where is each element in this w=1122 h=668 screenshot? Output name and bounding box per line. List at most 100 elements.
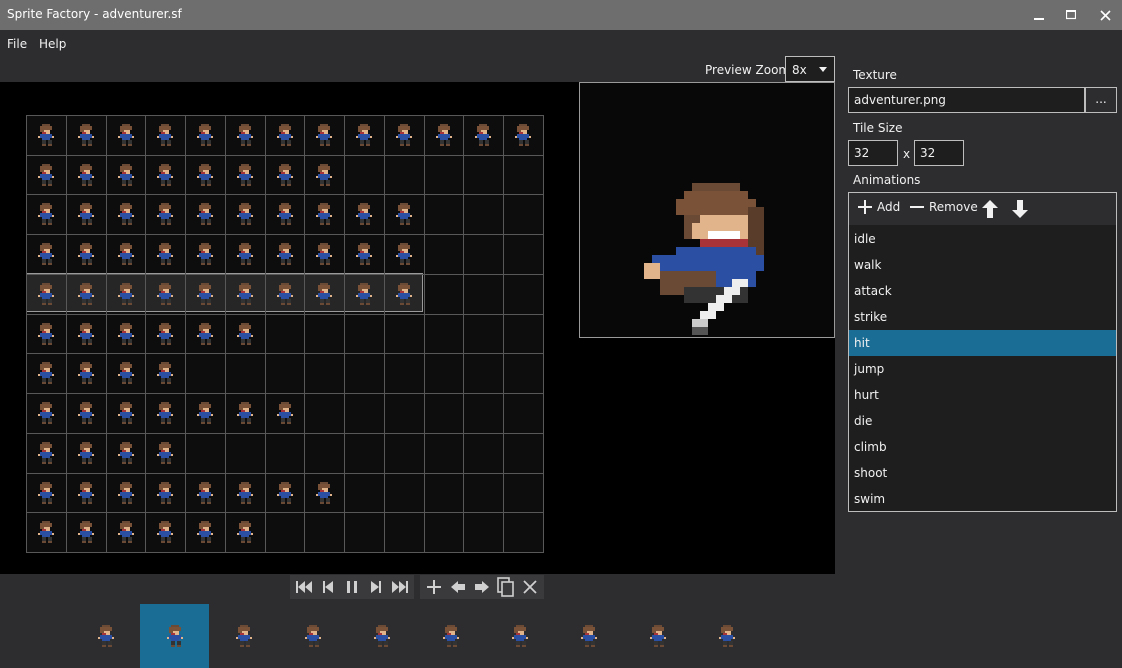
sprite-cell[interactable]	[66, 314, 107, 354]
previous-frame-button[interactable]	[316, 575, 340, 599]
sprite-cell[interactable]	[503, 512, 544, 553]
sprite-cell[interactable]	[384, 433, 425, 474]
sprite-cell[interactable]	[145, 393, 186, 434]
animation-item-shoot[interactable]: shoot	[849, 460, 1116, 486]
sprite-cell[interactable]	[106, 234, 146, 275]
sprite-cell[interactable]	[145, 353, 186, 394]
animation-frame[interactable]	[623, 604, 692, 668]
sprite-cell[interactable]	[265, 194, 305, 235]
sprite-sheet-canvas[interactable]	[0, 82, 835, 574]
menu-file[interactable]: File	[7, 37, 27, 51]
animation-frame[interactable]	[554, 604, 623, 668]
browse-texture-button[interactable]: ...	[1085, 87, 1117, 113]
sprite-cell[interactable]	[503, 433, 544, 474]
sprite-cell[interactable]	[384, 512, 425, 553]
sprite-cell[interactable]	[145, 473, 186, 513]
sprite-cell[interactable]	[265, 393, 305, 434]
sprite-cell[interactable]	[145, 512, 186, 553]
sprite-cell[interactable]	[26, 393, 67, 434]
sprite-cell[interactable]	[344, 115, 385, 156]
sprite-cell[interactable]	[265, 433, 305, 474]
sprite-cell[interactable]	[304, 234, 345, 275]
texture-input[interactable]: adventurer.png	[848, 87, 1085, 113]
sprite-cell[interactable]	[106, 274, 146, 315]
sprite-cell[interactable]	[225, 314, 266, 354]
sprite-cell[interactable]	[265, 473, 305, 513]
animation-frame[interactable]	[692, 604, 761, 668]
sprite-cell[interactable]	[344, 512, 385, 553]
sprite-cell[interactable]	[26, 115, 67, 156]
sprite-cell[interactable]	[424, 155, 464, 195]
sprite-cell[interactable]	[503, 274, 544, 315]
sprite-cell[interactable]	[344, 274, 385, 315]
sprite-cell[interactable]	[66, 353, 107, 394]
animations-list[interactable]: Add Remove idle walk attack strike hit jump hu…	[848, 192, 1117, 512]
sprite-cell[interactable]	[344, 433, 385, 474]
sprite-cell[interactable]	[145, 115, 186, 156]
sprite-cell[interactable]	[106, 353, 146, 394]
sprite-cell[interactable]	[185, 234, 226, 275]
sprite-cell[interactable]	[424, 353, 464, 394]
sprite-cell[interactable]	[185, 115, 226, 156]
sprite-cell[interactable]	[424, 115, 464, 156]
sprite-cell[interactable]	[503, 115, 544, 156]
delete-frame-button[interactable]	[518, 575, 542, 599]
sprite-cell[interactable]	[304, 353, 345, 394]
sprite-cell[interactable]	[145, 155, 186, 195]
sprite-cell[interactable]	[384, 473, 425, 513]
sprite-cell[interactable]	[304, 155, 345, 195]
sprite-cell[interactable]	[66, 155, 107, 195]
sprite-cell[interactable]	[463, 194, 504, 235]
sprite-cell[interactable]	[26, 473, 67, 513]
sprite-cell[interactable]	[185, 194, 226, 235]
sprite-cell[interactable]	[424, 512, 464, 553]
sprite-cell[interactable]	[503, 473, 544, 513]
sprite-cell[interactable]	[66, 393, 107, 434]
remove-animation-button[interactable]: Remove	[910, 200, 978, 214]
sprite-cell[interactable]	[26, 433, 67, 474]
sprite-cell[interactable]	[344, 353, 385, 394]
sprite-cell[interactable]	[225, 393, 266, 434]
sprite-cell[interactable]	[265, 274, 305, 315]
sprite-cell[interactable]	[304, 194, 345, 235]
sprite-cell[interactable]	[265, 353, 305, 394]
close-button[interactable]	[1088, 0, 1122, 30]
sprite-cell[interactable]	[463, 314, 504, 354]
sprite-cell[interactable]	[106, 314, 146, 354]
sprite-cell[interactable]	[66, 512, 107, 553]
sprite-cell[interactable]	[106, 393, 146, 434]
sprite-cell[interactable]	[225, 155, 266, 195]
sprite-cell[interactable]	[66, 234, 107, 275]
sprite-cell[interactable]	[26, 274, 67, 315]
duplicate-frame-button[interactable]	[494, 575, 518, 599]
sprite-cell[interactable]	[185, 314, 226, 354]
sprite-cell[interactable]	[225, 353, 266, 394]
sprite-cell[interactable]	[503, 353, 544, 394]
sprite-cell[interactable]	[185, 353, 226, 394]
move-frame-right-button[interactable]	[470, 575, 494, 599]
sprite-cell[interactable]	[225, 473, 266, 513]
sprite-cell[interactable]	[344, 194, 385, 235]
animation-frame[interactable]	[278, 604, 347, 668]
move-frame-left-button[interactable]	[446, 575, 470, 599]
animation-item-swim[interactable]: swim	[849, 486, 1116, 512]
sprite-cell[interactable]	[26, 314, 67, 354]
sprite-cell[interactable]	[106, 194, 146, 235]
sprite-cell[interactable]	[225, 234, 266, 275]
sprite-cell[interactable]	[463, 473, 504, 513]
sprite-cell[interactable]	[463, 234, 504, 275]
sprite-cell[interactable]	[225, 274, 266, 315]
sprite-cell[interactable]	[185, 512, 226, 553]
move-animation-down-button[interactable]	[1012, 200, 1028, 218]
animation-frame[interactable]	[347, 604, 416, 668]
animation-item-hit[interactable]: hit	[849, 330, 1116, 356]
sprite-cell[interactable]	[106, 155, 146, 195]
sprite-cell[interactable]	[265, 115, 305, 156]
sprite-cell[interactable]	[424, 473, 464, 513]
animation-item-attack[interactable]: attack	[849, 278, 1116, 304]
sprite-cell[interactable]	[304, 314, 345, 354]
sprite-cell[interactable]	[304, 433, 345, 474]
sprite-cell[interactable]	[384, 314, 425, 354]
sprite-cell[interactable]	[185, 433, 226, 474]
preview-zoom-select[interactable]: 8x	[785, 56, 835, 82]
